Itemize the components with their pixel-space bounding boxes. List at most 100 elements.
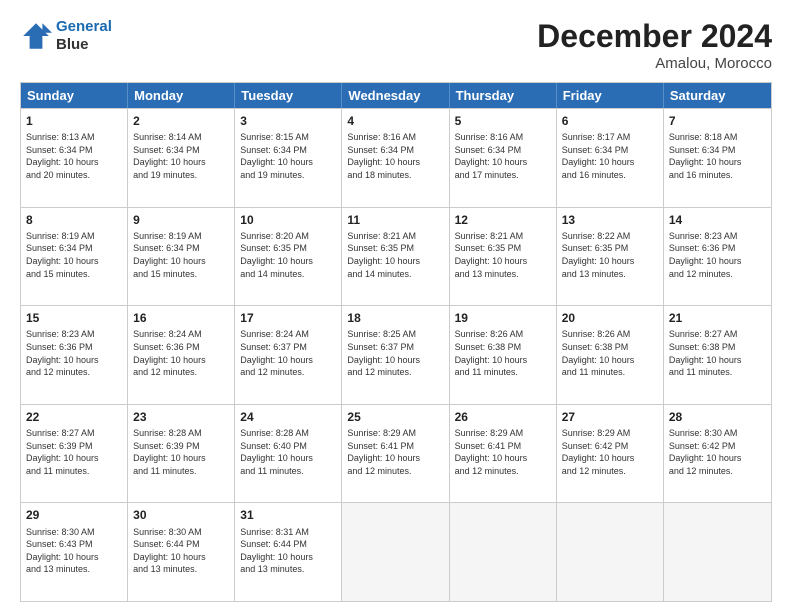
calendar-cell: 29 Sunrise: 8:30 AM Sunset: 6:43 PM Dayli… xyxy=(21,503,128,601)
day-info: Sunrise: 8:14 AM Sunset: 6:34 PM Dayligh… xyxy=(133,131,229,181)
calendar-cell: 27 Sunrise: 8:29 AM Sunset: 6:42 PM Dayli… xyxy=(557,405,664,503)
day-number: 12 xyxy=(455,212,551,228)
calendar-cell: 15 Sunrise: 8:23 AM Sunset: 6:36 PM Dayli… xyxy=(21,306,128,404)
calendar-day-header: Thursday xyxy=(450,83,557,108)
day-info: Sunrise: 8:30 AM Sunset: 6:42 PM Dayligh… xyxy=(669,427,766,477)
day-number: 19 xyxy=(455,310,551,326)
day-number: 29 xyxy=(26,507,122,523)
calendar-cell: 6Sunrise: 8:17 AM Sunset: 6:34 PM Daylig… xyxy=(557,109,664,207)
calendar-cell: 25 Sunrise: 8:29 AM Sunset: 6:41 PM Dayli… xyxy=(342,405,449,503)
day-info: Sunrise: 8:23 AM Sunset: 6:36 PM Dayligh… xyxy=(26,328,122,378)
calendar-cell: 14Sunrise: 8:23 AM Sunset: 6:36 PM Dayli… xyxy=(664,208,771,306)
calendar-cell: 9Sunrise: 8:19 AM Sunset: 6:34 PM Daylig… xyxy=(128,208,235,306)
day-info: Sunrise: 8:17 AM Sunset: 6:34 PM Dayligh… xyxy=(562,131,658,181)
calendar-cell: 20 Sunrise: 8:26 AM Sunset: 6:38 PM Dayli… xyxy=(557,306,664,404)
main-title: December 2024 xyxy=(537,18,772,55)
calendar-week-row: 15 Sunrise: 8:23 AM Sunset: 6:36 PM Dayli… xyxy=(21,305,771,404)
calendar-cell: 8 Sunrise: 8:19 AM Sunset: 6:34 PM Daylig… xyxy=(21,208,128,306)
calendar-cell: 23 Sunrise: 8:28 AM Sunset: 6:39 PM Dayli… xyxy=(128,405,235,503)
calendar-cell: 31 Sunrise: 8:31 AM Sunset: 6:44 PM Dayli… xyxy=(235,503,342,601)
calendar-cell: 4 Sunrise: 8:16 AM Sunset: 6:34 PM Daylig… xyxy=(342,109,449,207)
day-info: Sunrise: 8:18 AM Sunset: 6:34 PM Dayligh… xyxy=(669,131,766,181)
day-number: 3 xyxy=(240,113,336,129)
calendar: SundayMondayTuesdayWednesdayThursdayFrid… xyxy=(20,82,772,602)
day-number: 22 xyxy=(26,409,122,425)
day-number: 23 xyxy=(133,409,229,425)
day-info: Sunrise: 8:20 AM Sunset: 6:35 PM Dayligh… xyxy=(240,230,336,280)
calendar-cell: 19 Sunrise: 8:26 AM Sunset: 6:38 PM Dayli… xyxy=(450,306,557,404)
calendar-day-header: Sunday xyxy=(21,83,128,108)
calendar-cell: 16Sunrise: 8:24 AM Sunset: 6:36 PM Dayli… xyxy=(128,306,235,404)
day-number: 13 xyxy=(562,212,658,228)
day-number: 16 xyxy=(133,310,229,326)
day-number: 18 xyxy=(347,310,443,326)
calendar-body: 1 Sunrise: 8:13 AM Sunset: 6:34 PM Daylig… xyxy=(21,108,771,601)
day-number: 15 xyxy=(26,310,122,326)
day-info: Sunrise: 8:28 AM Sunset: 6:39 PM Dayligh… xyxy=(133,427,229,477)
day-number: 21 xyxy=(669,310,766,326)
subtitle: Amalou, Morocco xyxy=(537,55,772,72)
day-number: 20 xyxy=(562,310,658,326)
day-info: Sunrise: 8:27 AM Sunset: 6:39 PM Dayligh… xyxy=(26,427,122,477)
day-number: 5 xyxy=(455,113,551,129)
calendar-cell: 13Sunrise: 8:22 AM Sunset: 6:35 PM Dayli… xyxy=(557,208,664,306)
title-area: December 2024 Amalou, Morocco xyxy=(537,18,772,72)
day-info: Sunrise: 8:28 AM Sunset: 6:40 PM Dayligh… xyxy=(240,427,336,477)
day-info: Sunrise: 8:16 AM Sunset: 6:34 PM Dayligh… xyxy=(347,131,443,181)
logo-text: General Blue xyxy=(56,18,112,54)
calendar-cell: 26 Sunrise: 8:29 AM Sunset: 6:41 PM Dayli… xyxy=(450,405,557,503)
day-info: Sunrise: 8:24 AM Sunset: 6:37 PM Dayligh… xyxy=(240,328,336,378)
day-number: 10 xyxy=(240,212,336,228)
day-number: 26 xyxy=(455,409,551,425)
day-number: 14 xyxy=(669,212,766,228)
day-info: Sunrise: 8:21 AM Sunset: 6:35 PM Dayligh… xyxy=(455,230,551,280)
header: General Blue December 2024 Amalou, Moroc… xyxy=(20,18,772,72)
day-number: 7 xyxy=(669,113,766,129)
day-number: 25 xyxy=(347,409,443,425)
day-info: Sunrise: 8:29 AM Sunset: 6:41 PM Dayligh… xyxy=(347,427,443,477)
day-number: 4 xyxy=(347,113,443,129)
logo: General Blue xyxy=(20,18,112,54)
calendar-day-header: Monday xyxy=(128,83,235,108)
calendar-cell: 12 Sunrise: 8:21 AM Sunset: 6:35 PM Dayli… xyxy=(450,208,557,306)
calendar-cell xyxy=(557,503,664,601)
day-number: 1 xyxy=(26,113,122,129)
calendar-cell: 2 Sunrise: 8:14 AM Sunset: 6:34 PM Daylig… xyxy=(128,109,235,207)
day-number: 31 xyxy=(240,507,336,523)
day-info: Sunrise: 8:31 AM Sunset: 6:44 PM Dayligh… xyxy=(240,526,336,576)
day-info: Sunrise: 8:26 AM Sunset: 6:38 PM Dayligh… xyxy=(562,328,658,378)
calendar-cell xyxy=(664,503,771,601)
day-info: Sunrise: 8:19 AM Sunset: 6:34 PM Dayligh… xyxy=(26,230,122,280)
day-info: Sunrise: 8:15 AM Sunset: 6:34 PM Dayligh… xyxy=(240,131,336,181)
calendar-cell: 22 Sunrise: 8:27 AM Sunset: 6:39 PM Dayli… xyxy=(21,405,128,503)
day-info: Sunrise: 8:29 AM Sunset: 6:41 PM Dayligh… xyxy=(455,427,551,477)
calendar-cell: 5 Sunrise: 8:16 AM Sunset: 6:34 PM Daylig… xyxy=(450,109,557,207)
day-info: Sunrise: 8:26 AM Sunset: 6:38 PM Dayligh… xyxy=(455,328,551,378)
logo-icon xyxy=(20,20,52,52)
calendar-cell: 21 Sunrise: 8:27 AM Sunset: 6:38 PM Dayli… xyxy=(664,306,771,404)
day-number: 30 xyxy=(133,507,229,523)
day-number: 11 xyxy=(347,212,443,228)
calendar-day-header: Wednesday xyxy=(342,83,449,108)
calendar-day-header: Saturday xyxy=(664,83,771,108)
day-number: 9 xyxy=(133,212,229,228)
calendar-cell: 28Sunrise: 8:30 AM Sunset: 6:42 PM Dayli… xyxy=(664,405,771,503)
calendar-cell: 18 Sunrise: 8:25 AM Sunset: 6:37 PM Dayli… xyxy=(342,306,449,404)
day-info: Sunrise: 8:25 AM Sunset: 6:37 PM Dayligh… xyxy=(347,328,443,378)
calendar-cell: 11Sunrise: 8:21 AM Sunset: 6:35 PM Dayli… xyxy=(342,208,449,306)
day-number: 2 xyxy=(133,113,229,129)
day-info: Sunrise: 8:13 AM Sunset: 6:34 PM Dayligh… xyxy=(26,131,122,181)
calendar-cell: 17Sunrise: 8:24 AM Sunset: 6:37 PM Dayli… xyxy=(235,306,342,404)
day-info: Sunrise: 8:27 AM Sunset: 6:38 PM Dayligh… xyxy=(669,328,766,378)
day-number: 24 xyxy=(240,409,336,425)
day-number: 8 xyxy=(26,212,122,228)
day-info: Sunrise: 8:16 AM Sunset: 6:34 PM Dayligh… xyxy=(455,131,551,181)
calendar-cell: 3 Sunrise: 8:15 AM Sunset: 6:34 PM Daylig… xyxy=(235,109,342,207)
day-info: Sunrise: 8:30 AM Sunset: 6:44 PM Dayligh… xyxy=(133,526,229,576)
day-info: Sunrise: 8:30 AM Sunset: 6:43 PM Dayligh… xyxy=(26,526,122,576)
calendar-week-row: 1 Sunrise: 8:13 AM Sunset: 6:34 PM Daylig… xyxy=(21,108,771,207)
day-number: 27 xyxy=(562,409,658,425)
calendar-week-row: 29 Sunrise: 8:30 AM Sunset: 6:43 PM Dayli… xyxy=(21,502,771,601)
calendar-week-row: 8 Sunrise: 8:19 AM Sunset: 6:34 PM Daylig… xyxy=(21,207,771,306)
day-info: Sunrise: 8:29 AM Sunset: 6:42 PM Dayligh… xyxy=(562,427,658,477)
